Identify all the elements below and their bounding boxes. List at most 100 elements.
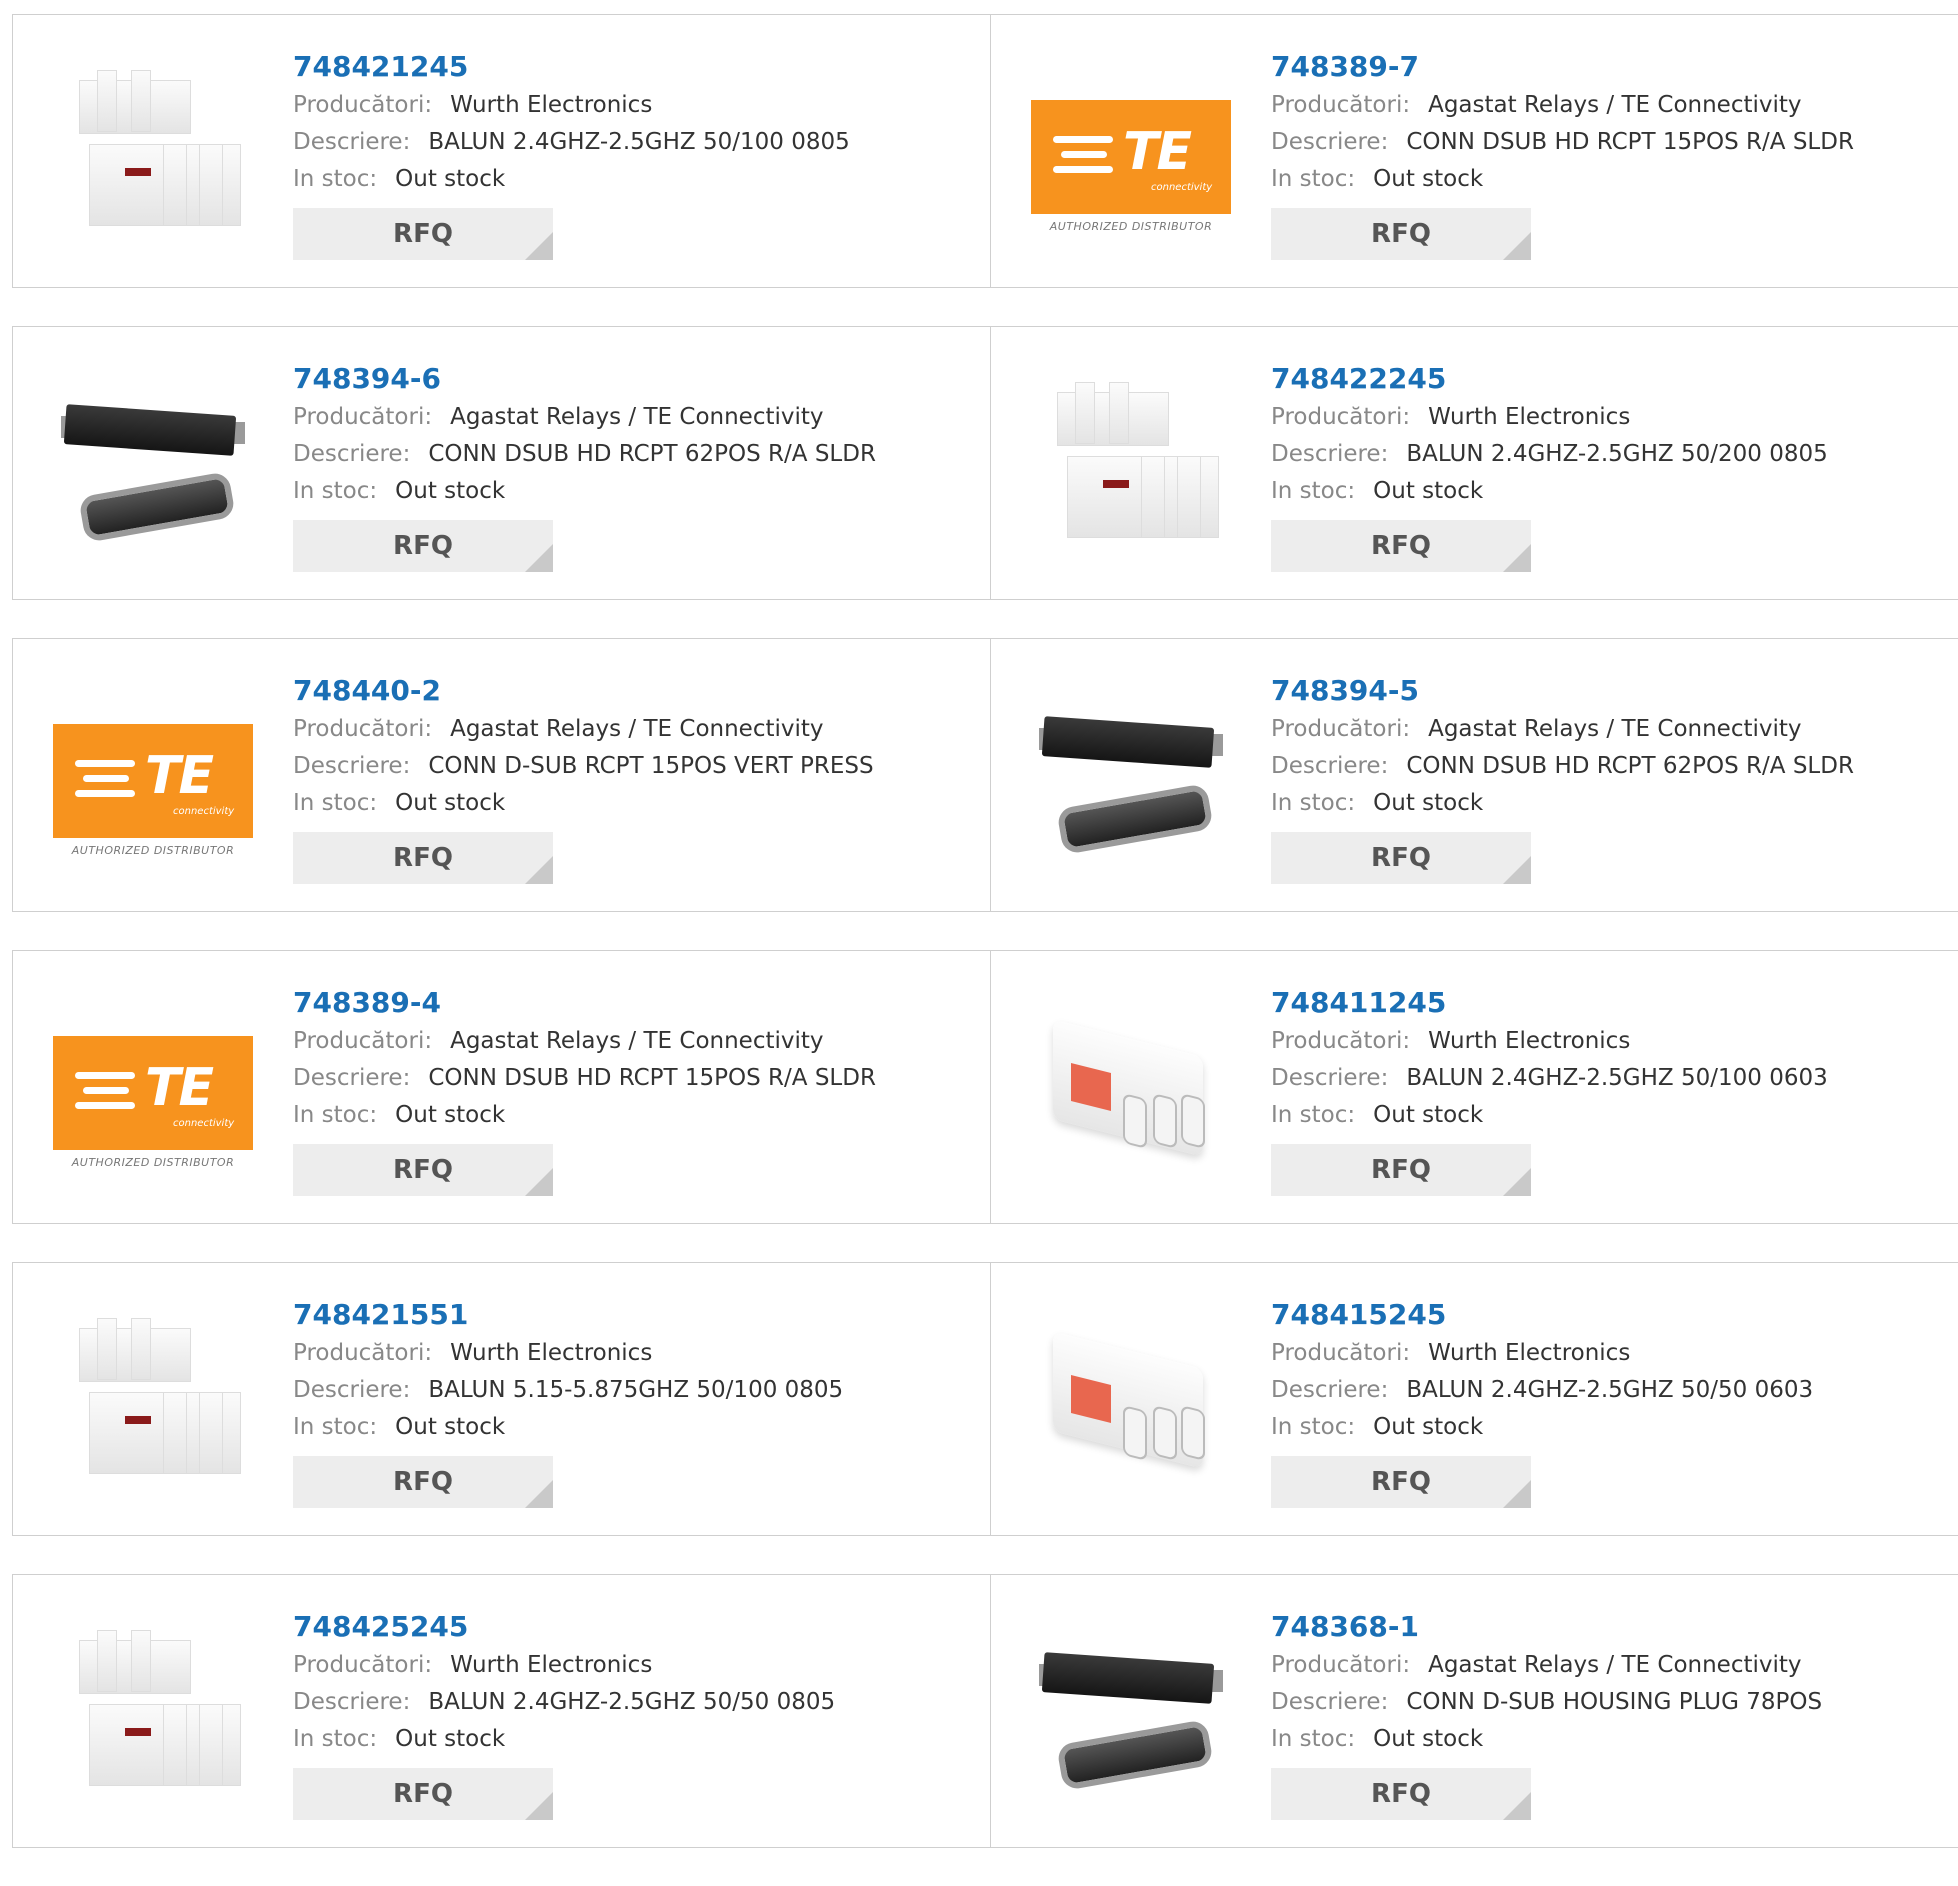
stock-label: In stoc: (1271, 166, 1356, 192)
product-card: 748411245 Producători: Wurth Electronics De… (991, 950, 1958, 1224)
stock-label: In stoc: (293, 1414, 378, 1440)
rfq-button[interactable]: RFQ (293, 520, 553, 572)
product-thumbnail[interactable] (53, 52, 253, 252)
description-label: Descriere: (293, 1377, 411, 1403)
product-row: 748421551 Producători: Wurth Electronics De… (12, 1262, 1958, 1536)
product-thumbnail[interactable] (1031, 988, 1231, 1188)
product-thumbnail[interactable]: TE connectivity AUTHORIZED DISTRIBUTOR (53, 988, 253, 1188)
description-label: Descriere: (293, 753, 411, 779)
description-value: BALUN 2.4GHZ-2.5GHZ 50/100 0805 (428, 129, 850, 155)
part-number-link[interactable]: 748421551 (293, 1295, 843, 1335)
manufacturer-value: Agastat Relays / TE Connectivity (1428, 92, 1802, 118)
manufacturer-label: Producători: (1271, 1028, 1411, 1054)
part-number-link[interactable]: 748394-5 (1271, 671, 1854, 711)
rfq-button[interactable]: RFQ (1271, 208, 1531, 260)
rfq-button[interactable]: RFQ (293, 1144, 553, 1196)
product-info: 748415245 Producători: Wurth Electronics De… (1271, 1263, 1813, 1535)
manufacturer-label: Producători: (1271, 404, 1411, 430)
product-thumbnail[interactable] (1031, 364, 1231, 564)
manufacturer-value: Wurth Electronics (1428, 404, 1631, 430)
rfq-button[interactable]: RFQ (293, 1456, 553, 1508)
product-thumbnail[interactable] (1031, 1300, 1231, 1500)
product-thumbnail[interactable] (53, 1300, 253, 1500)
part-number-link[interactable]: 748440-2 (293, 671, 874, 711)
product-thumbnail[interactable] (53, 364, 253, 564)
stock-line: In stoc: Out stock (293, 1721, 835, 1758)
stock-line: In stoc: Out stock (1271, 1097, 1828, 1134)
product-thumbnail[interactable] (1031, 1612, 1231, 1812)
part-number-link[interactable]: 748394-6 (293, 359, 876, 399)
part-number-link[interactable]: 748389-4 (293, 983, 876, 1023)
corner-triangle-icon (1503, 856, 1531, 884)
description-value: BALUN 2.4GHZ-2.5GHZ 50/50 0805 (428, 1689, 836, 1715)
product-thumbnail[interactable] (1031, 676, 1231, 876)
rfq-label: RFQ (1371, 843, 1431, 873)
manufacturer-label: Producători: (1271, 92, 1411, 118)
description-value: CONN DSUB HD RCPT 62POS R/A SLDR (1406, 753, 1854, 779)
description-label: Descriere: (1271, 441, 1389, 467)
rfq-button[interactable]: RFQ (293, 208, 553, 260)
description-label: Descriere: (293, 1689, 411, 1715)
part-number-link[interactable]: 748389-7 (1271, 47, 1854, 87)
description-label: Descriere: (293, 129, 411, 155)
description-label: Descriere: (1271, 1065, 1389, 1091)
description-label: Descriere: (1271, 1689, 1389, 1715)
rfq-button[interactable]: RFQ (1271, 832, 1531, 884)
rfq-button[interactable]: RFQ (293, 1768, 553, 1820)
stock-label: In stoc: (293, 1726, 378, 1752)
stock-label: In stoc: (1271, 790, 1356, 816)
authorized-distributor-text: AUTHORIZED DISTRIBUTOR (71, 1156, 235, 1169)
product-info: 748421551 Producători: Wurth Electronics De… (293, 1263, 843, 1535)
rfq-label: RFQ (393, 531, 453, 561)
manufacturer-label: Producători: (1271, 1340, 1411, 1366)
te-logo-image: TE connectivity (53, 724, 253, 838)
part-number-link[interactable]: 748411245 (1271, 983, 1828, 1023)
stock-label: In stoc: (1271, 478, 1356, 504)
product-info: 748389-4 Producători: Agastat Relays / TE … (293, 951, 876, 1223)
part-number-link[interactable]: 748368-1 (1271, 1607, 1822, 1647)
product-info: 748394-5 Producători: Agastat Relays / TE … (1271, 639, 1854, 911)
product-thumbnail[interactable]: TE connectivity AUTHORIZED DISTRIBUTOR (1031, 52, 1231, 252)
rfq-button[interactable]: RFQ (1271, 1456, 1531, 1508)
stock-label: In stoc: (293, 790, 378, 816)
rfq-button[interactable]: RFQ (1271, 1144, 1531, 1196)
stock-value: Out stock (1373, 478, 1484, 504)
manufacturer-line: Producători: Agastat Relays / TE Connecti… (1271, 87, 1854, 124)
product-thumbnail[interactable]: TE connectivity AUTHORIZED DISTRIBUTOR (53, 676, 253, 876)
manufacturer-value: Agastat Relays / TE Connectivity (1428, 716, 1802, 742)
part-number-link[interactable]: 748415245 (1271, 1295, 1813, 1335)
part-number-link[interactable]: 748422245 (1271, 359, 1828, 399)
product-row: 748425245 Producători: Wurth Electronics De… (12, 1574, 1958, 1848)
product-card: 748415245 Producători: Wurth Electronics De… (991, 1262, 1958, 1536)
rfq-label: RFQ (1371, 219, 1431, 249)
product-thumbnail[interactable] (53, 1612, 253, 1812)
rfq-button[interactable]: RFQ (1271, 1768, 1531, 1820)
product-info: 748422245 Producători: Wurth Electronics De… (1271, 327, 1828, 599)
stock-value: Out stock (395, 478, 506, 504)
stock-line: In stoc: Out stock (1271, 1721, 1822, 1758)
rfq-button[interactable]: RFQ (1271, 520, 1531, 572)
description-value: BALUN 5.15-5.875GHZ 50/100 0805 (428, 1377, 844, 1403)
description-line: Descriere: CONN DSUB HD RCPT 62POS R/A SL… (293, 436, 876, 473)
corner-triangle-icon (1503, 544, 1531, 572)
manufacturer-line: Producători: Agastat Relays / TE Connecti… (293, 711, 874, 748)
manufacturer-line: Producători: Agastat Relays / TE Connecti… (293, 399, 876, 436)
corner-triangle-icon (1503, 1168, 1531, 1196)
product-card: TE connectivity AUTHORIZED DISTRIBUTOR 7483… (991, 14, 1958, 288)
manufacturer-value: Wurth Electronics (450, 1652, 653, 1678)
part-number-link[interactable]: 748421245 (293, 47, 850, 87)
corner-triangle-icon (525, 1792, 553, 1820)
stock-value: Out stock (395, 1102, 506, 1128)
rfq-button[interactable]: RFQ (293, 832, 553, 884)
manufacturer-line: Producători: Agastat Relays / TE Connecti… (1271, 711, 1854, 748)
part-number-link[interactable]: 748425245 (293, 1607, 835, 1647)
manufacturer-value: Wurth Electronics (1428, 1340, 1631, 1366)
product-info: 748394-6 Producători: Agastat Relays / TE … (293, 327, 876, 599)
stock-label: In stoc: (293, 1102, 378, 1128)
product-card: 748425245 Producători: Wurth Electronics De… (12, 1574, 991, 1848)
corner-triangle-icon (1503, 232, 1531, 260)
description-value: BALUN 2.4GHZ-2.5GHZ 50/200 0805 (1406, 441, 1828, 467)
stock-label: In stoc: (293, 478, 378, 504)
description-label: Descriere: (1271, 1377, 1389, 1403)
product-card: 748368-1 Producători: Agastat Relays / TE … (991, 1574, 1958, 1848)
